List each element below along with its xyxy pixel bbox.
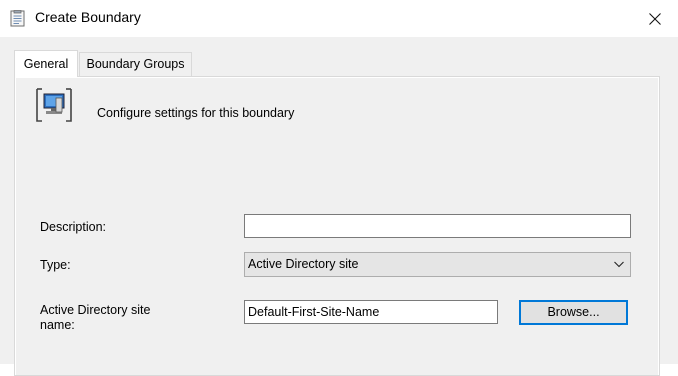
close-icon — [649, 12, 661, 25]
type-select[interactable]: Active Directory site — [244, 252, 631, 277]
description-field[interactable] — [244, 214, 631, 238]
site-name-label: Active Directory site name: — [40, 303, 150, 333]
description-label: Description: — [40, 220, 106, 234]
site-name-label-line1: Active Directory site — [40, 303, 151, 317]
tab-boundary-groups[interactable]: Boundary Groups — [79, 52, 192, 76]
document-form-icon — [10, 10, 25, 27]
computer-boundary-icon — [36, 88, 72, 122]
dialog-body: General Boundary Groups Configure settin… — [0, 37, 678, 376]
title-bar: Create Boundary — [0, 0, 678, 37]
type-label: Type: — [40, 258, 71, 272]
site-name-field[interactable]: Default-First-Site-Name — [244, 300, 498, 324]
type-selected-value: Active Directory site — [248, 257, 359, 271]
panel-content: Configure settings for this boundary Des… — [16, 78, 658, 375]
header-description: Configure settings for this boundary — [97, 106, 295, 120]
tab-general[interactable]: General — [14, 50, 78, 77]
site-name-label-line2: name: — [40, 318, 75, 332]
window-title: Create Boundary — [35, 9, 141, 25]
close-button[interactable] — [632, 0, 678, 37]
browse-button[interactable]: Browse... — [519, 300, 628, 325]
chevron-down-icon — [614, 261, 624, 268]
general-tab-panel: Configure settings for this boundary Des… — [14, 76, 660, 376]
